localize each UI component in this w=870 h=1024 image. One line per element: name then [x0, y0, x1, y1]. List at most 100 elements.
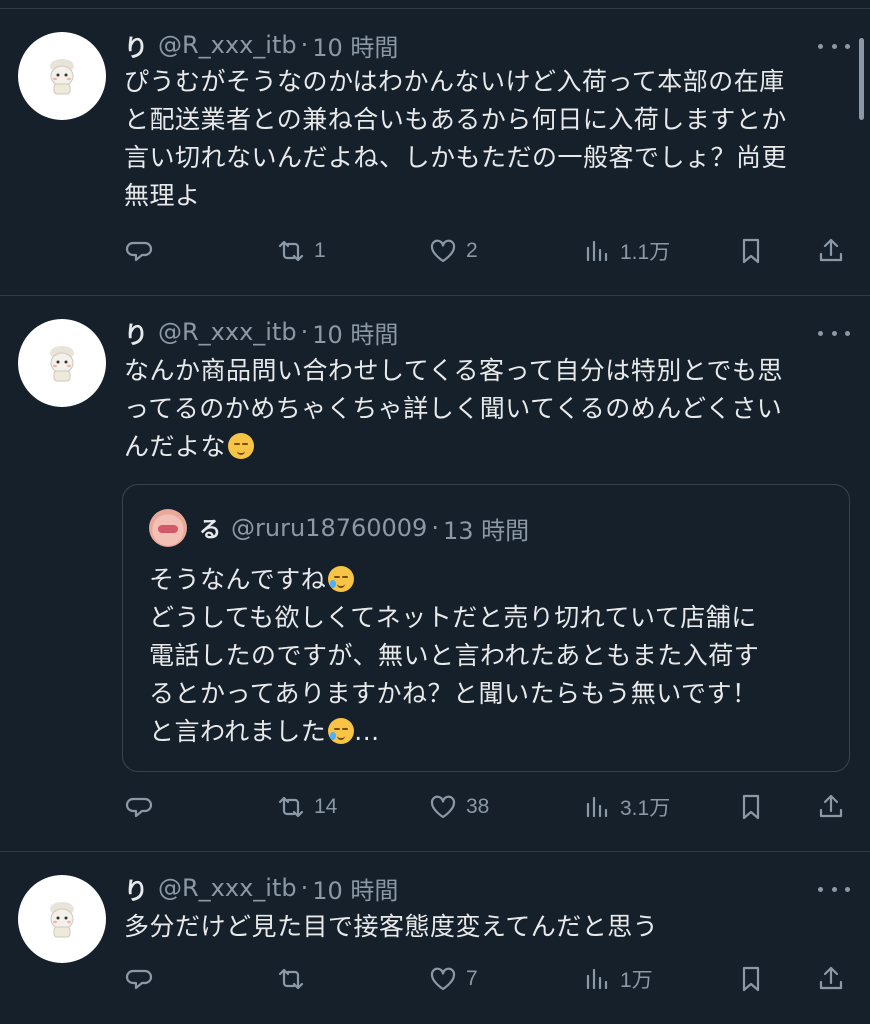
display-name[interactable]: り — [124, 871, 148, 906]
avatar[interactable] — [18, 319, 106, 407]
retweet-count: 14 — [314, 795, 338, 818]
bookmark-button[interactable] — [736, 231, 766, 271]
like-count: 38 — [466, 795, 490, 818]
reply-button[interactable] — [124, 787, 162, 827]
quoted-user-handle: @ruru18760009 — [231, 514, 428, 542]
tweet-text-line: と配送業者との兼ね合いもあるから何日に入荷しますとか — [124, 105, 787, 134]
retweet-icon — [278, 240, 304, 262]
more-icon[interactable] — [818, 36, 850, 56]
reply-button[interactable] — [124, 231, 162, 271]
tweet-text: ぴうむがそうなのかはわかんないけど入荷って本部の在庫 と配送業者との兼ね合いもあ… — [124, 63, 850, 215]
views-button[interactable]: 1万 — [582, 959, 653, 999]
tweet-text-fragment: んだよな — [124, 432, 227, 461]
share-icon — [819, 238, 843, 262]
separator-dot: · — [300, 31, 309, 59]
avatar-character-icon — [50, 59, 74, 95]
quoted-timestamp: 13 時間 — [442, 516, 530, 545]
user-handle[interactable]: @R_xxx_itb — [158, 874, 297, 902]
share-icon — [819, 794, 843, 818]
tweet-text-line: んだよな — [124, 428, 850, 466]
bookmark-icon — [742, 966, 760, 992]
bookmark-button[interactable] — [736, 959, 766, 999]
separator-dot: · — [431, 514, 439, 542]
tweet-text-line: 無理よ — [124, 181, 201, 210]
views-count: 3.1万 — [620, 797, 671, 820]
retweet-icon — [278, 968, 304, 990]
separator-dot: · — [300, 874, 309, 902]
display-name[interactable]: り — [124, 28, 148, 63]
share-button[interactable] — [816, 231, 846, 271]
tweet-text-line: ぴうむがそうなのかはわかんないけど入荷って本部の在庫 — [124, 67, 785, 96]
avatar[interactable] — [18, 875, 106, 963]
tweet-text: なんか商品問い合わせしてくる客って自分は特別とでも思 ってるのかめちゃくちゃ詳し… — [124, 352, 850, 466]
retweet-icon — [278, 796, 304, 818]
quoted-text-line: るとかってありますかね？と聞いたらもう無いです！ — [149, 679, 758, 708]
views-icon — [586, 968, 608, 990]
timestamp[interactable]: 10 時間 — [312, 315, 398, 350]
reply-icon — [125, 241, 153, 262]
share-button[interactable] — [816, 787, 846, 827]
retweet-count: 1 — [314, 239, 326, 262]
more-icon[interactable] — [818, 323, 850, 343]
quoted-text-line: そうなんですね — [149, 561, 829, 599]
reply-icon — [125, 969, 153, 990]
quoted-avatar — [149, 509, 187, 547]
scrollbar-thumb[interactable] — [859, 38, 864, 120]
quoted-tweet[interactable]: る @ruru18760009 · 13 時間 そうなんですね どうしても欲しく… — [122, 484, 850, 772]
retweet-button[interactable]: 14 — [276, 787, 337, 827]
user-handle[interactable]: @R_xxx_itb — [158, 318, 297, 346]
share-icon — [819, 966, 843, 990]
views-button[interactable]: 1.1万 — [582, 231, 670, 271]
timestamp[interactable]: 10 時間 — [312, 871, 398, 906]
crying-face-emoji-icon — [328, 718, 355, 744]
retweet-button[interactable]: 1 — [276, 231, 326, 271]
ellipsis: ... — [354, 717, 380, 746]
tweet-divider — [0, 851, 870, 852]
crying-face-emoji-icon — [328, 566, 355, 592]
bookmark-button[interactable] — [736, 787, 766, 827]
like-count: 2 — [466, 239, 478, 262]
like-count: 7 — [466, 967, 478, 990]
views-icon — [586, 796, 608, 818]
avatar[interactable] — [18, 32, 106, 120]
share-button[interactable] — [816, 959, 846, 999]
like-button[interactable]: 2 — [428, 231, 478, 271]
like-button[interactable]: 7 — [428, 959, 478, 999]
views-button[interactable]: 3.1万 — [582, 787, 670, 827]
avatar-character-icon — [50, 902, 74, 938]
avatar-character-icon — [50, 346, 74, 382]
tweet-actions: 7 1万 — [124, 959, 850, 999]
timestamp[interactable]: 10 時間 — [312, 28, 398, 63]
like-button[interactable]: 38 — [428, 787, 489, 827]
tweet-header: り @R_xxx_itb · 10 時間 — [124, 28, 398, 62]
more-icon[interactable] — [818, 879, 850, 899]
tweet-text-line: ってるのかめちゃくちゃ詳しく聞いてくるのめんどくさい — [124, 394, 783, 423]
pensive-emoji-icon — [228, 433, 255, 459]
user-handle[interactable]: @R_xxx_itb — [158, 31, 297, 59]
display-name[interactable]: り — [124, 315, 148, 350]
quoted-text-line: 電話したのですが、無いと言われたあともまた入荷す — [149, 641, 760, 670]
quoted-display-name: る — [199, 518, 222, 543]
tweet-text: 多分だけど見た目で接客態度変えてんだと思う — [124, 908, 850, 946]
views-count: 1万 — [620, 969, 653, 992]
bookmark-icon — [742, 794, 760, 820]
quoted-tweet-text: そうなんですね どうしても欲しくてネットだと売り切れていて店舗に 電話したのです… — [149, 561, 829, 751]
quoted-tweet-header: る @ruru18760009 · 13 時間 — [149, 509, 529, 547]
quoted-text-line: どうしても欲しくてネットだと売り切れていて店舗に — [149, 603, 757, 632]
tweet-header: り @R_xxx_itb · 10 時間 — [124, 871, 398, 905]
tweet-text-line: 言い切れないんだよね、しかもただの一般客でしょ？尚更 — [124, 143, 788, 172]
quoted-text-fragment: と言われました — [149, 717, 327, 746]
bookmark-icon — [742, 238, 760, 264]
reply-icon — [125, 797, 153, 818]
quoted-text-line: と言われました... — [149, 713, 829, 751]
retweet-button[interactable] — [276, 959, 314, 999]
quoted-text-fragment: そうなんですね — [149, 565, 327, 594]
reply-button[interactable] — [124, 959, 162, 999]
tweet-divider — [0, 295, 870, 296]
tweet-actions: 1 2 1.1万 — [124, 231, 850, 271]
separator-dot: · — [300, 318, 309, 346]
views-icon — [586, 240, 608, 262]
tweet-text-line: なんか商品問い合わせしてくる客って自分は特別とでも思 — [124, 356, 784, 385]
tweet-text-line: 多分だけど見た目で接客態度変えてんだと思う — [124, 912, 659, 941]
heart-icon — [430, 239, 456, 263]
